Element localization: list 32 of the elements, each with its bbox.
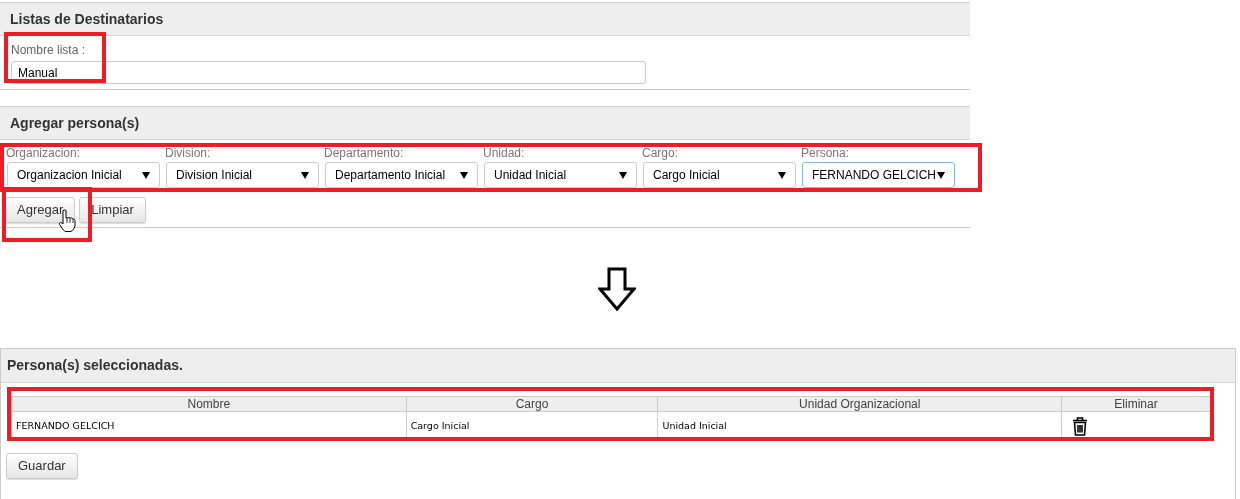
dropdown[interactable]: Departamento Inicial [325,162,478,188]
field-label: Cargo: [642,147,679,160]
column-header: Eliminar [1061,396,1211,412]
caret-icon [937,171,945,179]
button[interactable]: Limpiar [79,197,146,223]
field-label: Departamento: [324,147,404,160]
button[interactable]: Guardar [6,453,78,479]
trash-icon [1072,416,1089,436]
column-header: Nombre [11,396,407,412]
dropdown[interactable]: Division Inicial [166,162,319,188]
panel-title: Listas de Destinatarios [10,9,164,29]
down-arrow-icon [598,267,636,311]
caret-icon [142,171,150,179]
field-label: Division: [165,147,211,160]
caret-icon [619,171,627,179]
field-label: Unidad: [483,147,525,160]
caret-icon [460,171,468,179]
caret-icon [301,171,309,179]
panel-title: Agregar persona(s) [10,113,140,133]
field-label: Nombre lista : [11,43,86,58]
dropdown[interactable]: Unidad Inicial [484,162,637,188]
field-label: Organizacion: [6,147,81,160]
panel-title: Persona(s) seleccionadas. [7,356,183,375]
column-header: Unidad Organizacional [657,396,1062,412]
column-header: Cargo [406,396,658,412]
dropdown[interactable]: FERNANDO GELCICH [802,162,955,188]
delete-button[interactable] [1072,416,1089,436]
caret-icon [778,171,786,179]
input-field[interactable]: Manual [11,61,646,84]
dropdown[interactable]: Organizacion Inicial [7,162,160,188]
field-label: Persona: [801,147,850,160]
dropdown[interactable]: Cargo Inicial [643,162,796,188]
